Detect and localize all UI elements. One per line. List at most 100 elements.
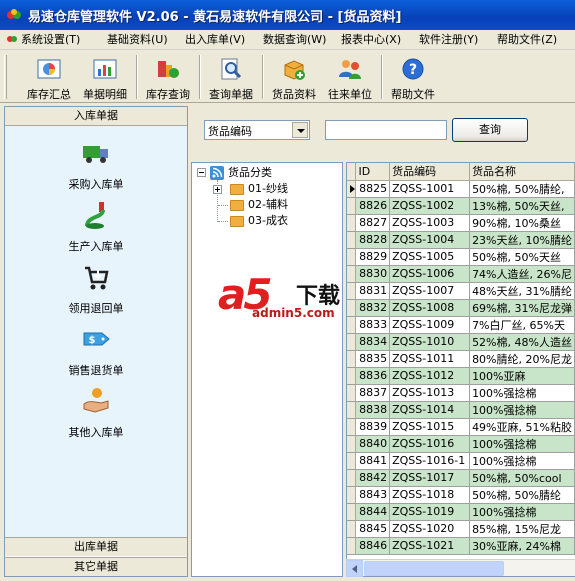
production-inbound-order[interactable]: 生产入库单 — [5, 200, 187, 258]
collapse-icon[interactable] — [197, 168, 206, 177]
cell-name[interactable]: 100%强捻棉 — [469, 503, 575, 521]
cell-name[interactable]: 49%亚麻, 51%粘胶 — [469, 418, 575, 436]
cell-name[interactable]: 50%棉, 50%天丝 — [469, 248, 575, 266]
row-indicator[interactable] — [347, 180, 357, 198]
cell-code[interactable]: ZQSS-1017 — [389, 469, 471, 487]
business-partners-button[interactable]: 往来单位 — [322, 53, 378, 101]
cell-id[interactable]: 8840 — [355, 435, 391, 453]
table-row[interactable]: 8832 ZQSS-1008 69%棉, 31%尼龙弹 — [347, 299, 575, 317]
row-indicator[interactable] — [347, 418, 357, 436]
cell-name[interactable]: 100%强捻棉 — [469, 401, 575, 419]
cell-name[interactable]: 23%天丝, 10%腈纶 — [469, 231, 575, 249]
table-row[interactable]: 8831 ZQSS-1007 48%天丝, 31%腈纶 — [347, 282, 575, 300]
row-indicator[interactable] — [347, 435, 357, 453]
inventory-summary-button[interactable]: 库存汇总 — [22, 53, 76, 101]
table-row[interactable]: 8835 ZQSS-1011 80%腈纶, 20%尼龙 — [347, 350, 575, 368]
cell-code[interactable]: ZQSS-1004 — [389, 231, 471, 249]
cell-name[interactable]: 69%棉, 31%尼龙弹 — [469, 299, 575, 317]
cell-id[interactable]: 8832 — [355, 299, 391, 317]
scrollbar-thumb[interactable] — [364, 561, 504, 576]
order-detail-button[interactable]: 单据明细 — [78, 53, 132, 101]
cell-code[interactable]: ZQSS-1006 — [389, 265, 471, 283]
cell-name[interactable]: 7%白厂丝, 65%天 — [469, 316, 575, 334]
table-row[interactable]: 8846 ZQSS-1021 30%亚麻, 24%棉 — [347, 537, 575, 555]
cell-code[interactable]: ZQSS-1013 — [389, 384, 471, 402]
table-row[interactable]: 8843 ZQSS-1018 50%棉, 50%腈纶 — [347, 486, 575, 504]
search-field-select[interactable]: 货品编码 — [204, 120, 310, 140]
cell-id[interactable]: 8827 — [355, 214, 391, 232]
cell-code[interactable]: ZQSS-1016-1 — [389, 452, 471, 470]
menu-system-settings[interactable]: 系统设置(T) — [6, 32, 80, 48]
cell-id[interactable]: 8833 — [355, 316, 391, 334]
menu-registration[interactable]: 软件注册(Y) — [419, 32, 478, 48]
cell-name[interactable]: 100%强捻棉 — [469, 435, 575, 453]
requisition-return-order[interactable]: 领用退回单 — [5, 262, 187, 320]
goods-info-button[interactable]: 货品资料 — [266, 53, 322, 101]
cell-name[interactable]: 13%棉, 50%天丝, — [469, 197, 575, 215]
column-header-id[interactable]: ID — [355, 163, 391, 181]
cell-name[interactable]: 80%腈纶, 20%尼龙 — [469, 350, 575, 368]
cell-name[interactable]: 30%亚麻, 24%棉 — [469, 537, 575, 555]
table-row[interactable]: 8829 ZQSS-1005 50%棉, 50%天丝 — [347, 248, 575, 266]
cell-id[interactable]: 8843 — [355, 486, 391, 504]
cell-code[interactable]: ZQSS-1001 — [389, 180, 471, 198]
cell-name[interactable]: 74%人造丝, 26%尼 — [469, 265, 575, 283]
cell-id[interactable]: 8835 — [355, 350, 391, 368]
other-orders-tab[interactable]: 其它单据 — [5, 557, 187, 576]
table-row[interactable]: 8825 ZQSS-1001 50%棉, 50%腈纶, — [347, 180, 575, 198]
row-indicator[interactable] — [347, 214, 357, 232]
cell-code[interactable]: ZQSS-1016 — [389, 435, 471, 453]
cell-code[interactable]: ZQSS-1011 — [389, 350, 471, 368]
sales-return-order[interactable]: $ 销售退货单 — [5, 324, 187, 382]
tree-node-accessories[interactable]: 02-辅料 — [248, 197, 288, 213]
cell-id[interactable]: 8830 — [355, 265, 391, 283]
cell-id[interactable]: 8839 — [355, 418, 391, 436]
cell-id[interactable]: 8836 — [355, 367, 391, 385]
row-indicator[interactable] — [347, 452, 357, 470]
cell-code[interactable]: ZQSS-1019 — [389, 503, 471, 521]
row-indicator[interactable] — [347, 520, 357, 538]
other-inbound-order[interactable]: 其他入库单 — [5, 386, 187, 444]
tree-node-garments[interactable]: 03-成衣 — [248, 213, 288, 229]
cell-code[interactable]: ZQSS-1009 — [389, 316, 471, 334]
row-indicator[interactable] — [347, 537, 357, 555]
cell-code[interactable]: ZQSS-1012 — [389, 367, 471, 385]
cell-id[interactable]: 8831 — [355, 282, 391, 300]
cell-code[interactable]: ZQSS-1020 — [389, 520, 471, 538]
cell-id[interactable]: 8834 — [355, 333, 391, 351]
outbound-orders-tab[interactable]: 出库单据 — [5, 537, 187, 556]
table-row[interactable]: 8839 ZQSS-1015 49%亚麻, 51%粘胶 — [347, 418, 575, 436]
cell-name[interactable]: 50%棉, 50%腈纶 — [469, 486, 575, 504]
table-row[interactable]: 8838 ZQSS-1014 100%强捻棉 — [347, 401, 575, 419]
cell-id[interactable]: 8845 — [355, 520, 391, 538]
row-indicator[interactable] — [347, 384, 357, 402]
cell-name[interactable]: 52%棉, 48%人造丝 — [469, 333, 575, 351]
row-indicator[interactable] — [347, 469, 357, 487]
table-row[interactable]: 8844 ZQSS-1019 100%强捻棉 — [347, 503, 575, 521]
table-row[interactable]: 8834 ZQSS-1010 52%棉, 48%人造丝 — [347, 333, 575, 351]
cell-name[interactable]: 100%亚麻 — [469, 367, 575, 385]
table-row[interactable]: 8827 ZQSS-1003 90%棉, 10%桑丝 — [347, 214, 575, 232]
row-indicator[interactable] — [347, 333, 357, 351]
cell-id[interactable]: 8829 — [355, 248, 391, 266]
expand-icon[interactable] — [213, 185, 222, 194]
cell-id[interactable]: 8838 — [355, 401, 391, 419]
cell-id[interactable]: 8837 — [355, 384, 391, 402]
inbound-orders-header[interactable]: 入库单据 — [5, 107, 187, 126]
row-indicator[interactable] — [347, 231, 357, 249]
row-indicator[interactable] — [347, 401, 357, 419]
cell-name[interactable]: 50%棉, 50%腈纶, — [469, 180, 575, 198]
table-row[interactable]: 8836 ZQSS-1012 100%亚麻 — [347, 367, 575, 385]
title-bar[interactable]: 易速仓库管理软件 V2.06 - 黄石易速软件有限公司 - [货品资料] — [0, 0, 575, 30]
row-indicator[interactable] — [347, 486, 357, 504]
column-header-code[interactable]: 货品编码 — [389, 163, 471, 181]
cell-code[interactable]: ZQSS-1003 — [389, 214, 471, 232]
cell-code[interactable]: ZQSS-1015 — [389, 418, 471, 436]
cell-code[interactable]: ZQSS-1005 — [389, 248, 471, 266]
cell-name[interactable]: 100%强捻棉 — [469, 452, 575, 470]
search-input[interactable] — [325, 120, 447, 140]
cell-id[interactable]: 8825 — [355, 180, 391, 198]
table-row[interactable]: 8833 ZQSS-1009 7%白厂丝, 65%天 — [347, 316, 575, 334]
chevron-down-icon[interactable] — [292, 122, 308, 138]
scroll-left-icon[interactable] — [346, 560, 363, 577]
